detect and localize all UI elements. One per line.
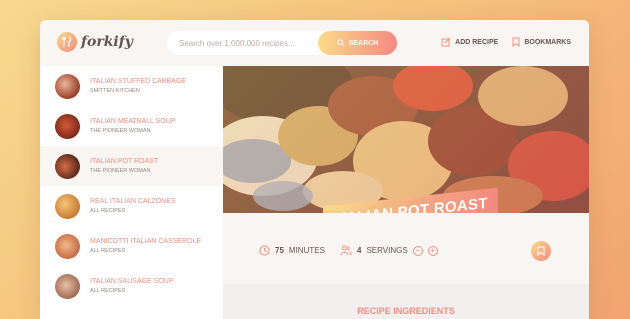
sidebar-item-italian-sausage-soup[interactable]: ITALIAN SAUSAGE SOUP ALL RECIPES bbox=[40, 266, 223, 306]
cooking-time: 75 MINUTES bbox=[259, 245, 325, 256]
logo[interactable]: forkify bbox=[57, 32, 133, 52]
servings: 4 SERVINGS − + bbox=[340, 245, 438, 256]
plus-circle-icon[interactable]: + bbox=[427, 245, 438, 256]
fork-knife-icon bbox=[57, 32, 77, 52]
sidebar-item-manicotti-italian-casserole[interactable]: MANICOTTI ITALIAN CASSEROLE ALL RECIPES bbox=[40, 226, 223, 266]
sidebar-item-publisher: SMITTEN KITCHEN bbox=[90, 88, 140, 94]
sidebar-item-publisher: THE PIONEER WOMAN bbox=[90, 168, 151, 174]
recipe-view: ITALIAN POT ROAST 75 MINUTES 4 SERVINGS … bbox=[223, 66, 589, 319]
nav: ADD RECIPE BOOKMARKS bbox=[441, 37, 571, 47]
recipe-thumbnail bbox=[55, 193, 80, 219]
sidebar-item-title: REAL ITALIAN CALZONES bbox=[90, 198, 176, 205]
clock-icon bbox=[259, 245, 270, 256]
forkify-app: forkify SEARCH ADD RECIPE bbox=[40, 20, 589, 319]
recipe-details: 75 MINUTES 4 SERVINGS − + bbox=[223, 213, 589, 284]
sidebar-item-italian-meatball-soup[interactable]: ITALIAN MEATBALL SOUP THE PIONEER WOMAN bbox=[40, 106, 223, 146]
bookmark-recipe-button[interactable] bbox=[531, 241, 551, 261]
bookmarks-label: BOOKMARKS bbox=[524, 38, 571, 46]
bookmark-icon bbox=[512, 37, 520, 47]
add-recipe-button[interactable]: ADD RECIPE bbox=[441, 37, 498, 47]
sidebar-item-title: ITALIAN SAUSAGE SOUP bbox=[90, 278, 174, 285]
sidebar-item-title: ITALIAN MEATBALL SOUP bbox=[90, 118, 176, 125]
search-form: SEARCH bbox=[167, 31, 397, 55]
sidebar-item-publisher: ALL RECIPES bbox=[90, 248, 126, 254]
sidebar-item-real-italian-calzones[interactable]: REAL ITALIAN CALZONES ALL RECIPES bbox=[40, 186, 223, 226]
edit-icon bbox=[441, 37, 451, 47]
add-recipe-label: ADD RECIPE bbox=[455, 38, 499, 46]
header: forkify SEARCH ADD RECIPE bbox=[40, 20, 589, 66]
sidebar-item-publisher: ALL RECIPES bbox=[90, 288, 126, 294]
cooking-time-label: MINUTES bbox=[288, 246, 325, 255]
sidebar-item-title: ITALIAN POT ROAST bbox=[90, 158, 159, 165]
sidebar-item-publisher: THE PIONEER WOMAN bbox=[90, 128, 151, 134]
bookmark-icon bbox=[537, 246, 545, 256]
sidebar-item-italian-stuffed-cabbage[interactable]: ITALIAN STUFFED CABBAGE SMITTEN KITCHEN bbox=[40, 66, 223, 106]
search-button-label: SEARCH bbox=[348, 39, 379, 47]
ingredients-heading: RECIPE INGREDIENTS bbox=[357, 306, 455, 316]
sidebar-item-title: ITALIAN STUFFED CABBAGE bbox=[90, 78, 186, 85]
recipe-thumbnail bbox=[55, 73, 80, 99]
search-icon bbox=[337, 39, 345, 47]
cooking-time-value: 75 bbox=[275, 246, 284, 255]
minus-circle-icon[interactable]: − bbox=[412, 245, 423, 256]
search-button[interactable]: SEARCH bbox=[318, 31, 397, 55]
sidebar-item-title: MANICOTTI ITALIAN CASSEROLE bbox=[90, 238, 202, 245]
logo-text: forkify bbox=[81, 34, 133, 50]
users-icon bbox=[340, 245, 352, 256]
sidebar-item-italian-pot-roast[interactable]: ITALIAN POT ROAST THE PIONEER WOMAN bbox=[40, 146, 223, 186]
recipe-thumbnail bbox=[55, 233, 80, 259]
recipe-ingredients: RECIPE INGREDIENTS bbox=[223, 284, 589, 319]
search-results: ITALIAN STUFFED CABBAGE SMITTEN KITCHEN … bbox=[40, 66, 223, 319]
recipe-image: ITALIAN POT ROAST bbox=[223, 66, 589, 213]
recipe-thumbnail bbox=[55, 153, 80, 179]
servings-value: 4 bbox=[357, 246, 362, 255]
bookmarks-button[interactable]: BOOKMARKS bbox=[512, 37, 571, 47]
servings-label: SERVINGS bbox=[366, 246, 408, 255]
recipe-thumbnail bbox=[55, 273, 80, 299]
search-input[interactable] bbox=[167, 38, 307, 48]
sidebar-item-publisher: ALL RECIPES bbox=[90, 208, 126, 214]
recipe-thumbnail bbox=[55, 113, 80, 139]
